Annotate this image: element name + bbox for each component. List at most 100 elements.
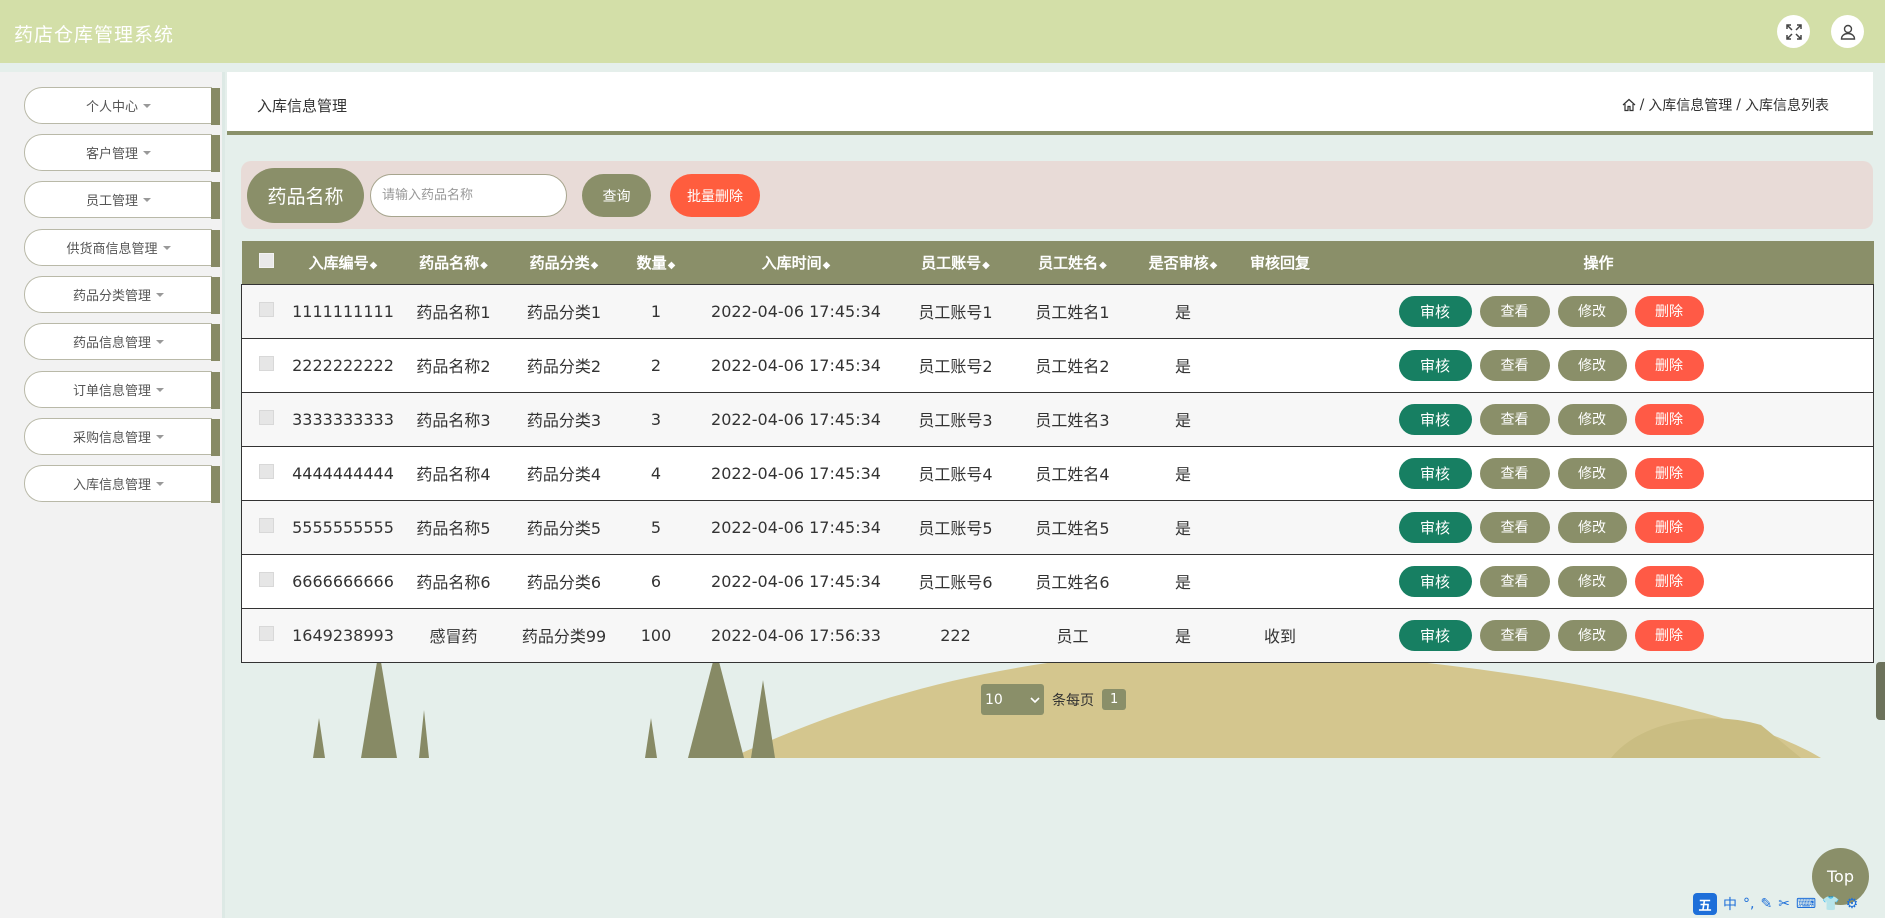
column-header-audited[interactable]: 是否审核◆ bbox=[1129, 241, 1237, 284]
column-header-drug-name[interactable]: 药品名称◆ bbox=[394, 241, 513, 284]
cell-audited: 是 bbox=[1129, 499, 1237, 554]
delete-button[interactable]: 删除 bbox=[1634, 511, 1704, 543]
row-checkbox[interactable] bbox=[259, 625, 275, 641]
row-checkbox[interactable] bbox=[259, 301, 275, 317]
batch-delete-button[interactable]: 批量删除 bbox=[670, 174, 760, 217]
cell-time: 2022-04-06 17:45:34 bbox=[696, 499, 896, 554]
ime-settings-icon[interactable]: ⚙ bbox=[1846, 896, 1859, 912]
ime-keyboard-icon[interactable]: ⌨ bbox=[1796, 896, 1816, 912]
row-select-cell bbox=[241, 283, 292, 338]
pagination: 10 条每页 1 bbox=[981, 684, 1127, 715]
column-header-category[interactable]: 药品分类◆ bbox=[512, 241, 616, 284]
audit-button[interactable]: 审核 bbox=[1398, 619, 1472, 651]
ime-punctuation-icon[interactable]: °, bbox=[1743, 896, 1754, 912]
edit-button[interactable]: 修改 bbox=[1557, 349, 1627, 381]
row-select-cell bbox=[241, 607, 292, 663]
ime-chinese-mode[interactable]: 中 bbox=[1723, 894, 1737, 914]
cell-id: 6666666666 bbox=[291, 553, 395, 608]
view-button[interactable]: 查看 bbox=[1479, 511, 1550, 543]
cell-account: 员工账号3 bbox=[895, 391, 1016, 446]
audit-button[interactable]: 审核 bbox=[1398, 511, 1472, 543]
column-header-quantity[interactable]: 数量◆ bbox=[615, 241, 697, 284]
select-all-checkbox[interactable] bbox=[259, 252, 274, 268]
row-checkbox[interactable] bbox=[259, 463, 275, 479]
cell-quantity: 4 bbox=[615, 445, 697, 500]
sidebar-item-personal-center[interactable]: 个人中心 bbox=[24, 87, 220, 125]
side-drawer-handle[interactable] bbox=[1876, 662, 1885, 720]
query-button[interactable]: 查询 bbox=[582, 174, 651, 217]
row-checkbox[interactable] bbox=[259, 517, 275, 533]
row-select-cell bbox=[241, 553, 292, 608]
sidebar-item-label: 员工管理 bbox=[85, 194, 138, 209]
view-button[interactable]: 查看 bbox=[1479, 403, 1550, 435]
column-header-account[interactable]: 员工账号◆ bbox=[895, 241, 1016, 284]
sidebar-item-accent bbox=[211, 182, 220, 219]
delete-button[interactable]: 删除 bbox=[1634, 349, 1704, 381]
edit-button[interactable]: 修改 bbox=[1557, 619, 1627, 651]
table-header-row: 入库编号◆ 药品名称◆ 药品分类◆ 数量◆ 入库时间◆ 员工账号◆ 员工姓名◆ … bbox=[241, 241, 1874, 284]
cell-time: 2022-04-06 17:45:34 bbox=[696, 337, 896, 392]
ime-handwriting-icon[interactable]: ✎ bbox=[1760, 896, 1772, 912]
app-title: 药店仓库管理系统 bbox=[14, 24, 175, 46]
cell-audited: 是 bbox=[1129, 553, 1237, 608]
audit-button[interactable]: 审核 bbox=[1398, 457, 1472, 489]
caret-down-icon bbox=[156, 339, 164, 344]
sidebar-item-suppliers[interactable]: 供货商信息管理 bbox=[24, 229, 220, 267]
caret-down-icon bbox=[143, 103, 151, 108]
sidebar-item-employees[interactable]: 员工管理 bbox=[24, 181, 220, 219]
sidebar-item-drug-categories[interactable]: 药品分类管理 bbox=[24, 276, 220, 314]
sidebar-item-customers[interactable]: 客户管理 bbox=[24, 134, 220, 172]
row-checkbox[interactable] bbox=[259, 571, 275, 587]
row-checkbox[interactable] bbox=[259, 409, 275, 425]
breadcrumb-item-stock-in[interactable]: 入库信息管理 bbox=[1648, 95, 1732, 115]
search-input[interactable] bbox=[370, 174, 567, 217]
sidebar-item-orders[interactable]: 订单信息管理 bbox=[24, 371, 220, 409]
sidebar-item-label: 个人中心 bbox=[85, 100, 138, 115]
cell-time: 2022-04-06 17:45:34 bbox=[696, 445, 896, 500]
audit-button[interactable]: 审核 bbox=[1398, 295, 1472, 327]
ime-logo-icon[interactable]: 五 bbox=[1693, 893, 1717, 915]
sidebar-item-stock-in[interactable]: 入库信息管理 bbox=[24, 465, 220, 503]
view-button[interactable]: 查看 bbox=[1479, 349, 1550, 381]
audit-button[interactable]: 审核 bbox=[1398, 565, 1472, 597]
row-checkbox[interactable] bbox=[259, 355, 275, 371]
cell-account: 员工账号5 bbox=[895, 499, 1016, 554]
fullscreen-button[interactable] bbox=[1777, 15, 1810, 48]
edit-button[interactable]: 修改 bbox=[1557, 511, 1627, 543]
column-header-id[interactable]: 入库编号◆ bbox=[291, 241, 395, 284]
sidebar-item-purchases[interactable]: 采购信息管理 bbox=[24, 418, 220, 456]
audit-button[interactable]: 审核 bbox=[1398, 403, 1472, 435]
view-button[interactable]: 查看 bbox=[1479, 565, 1550, 597]
view-button[interactable]: 查看 bbox=[1479, 295, 1550, 327]
cell-category: 药品分类2 bbox=[512, 337, 616, 392]
ime-scissors-icon[interactable]: ✂ bbox=[1778, 896, 1790, 912]
audit-button[interactable]: 审核 bbox=[1398, 349, 1472, 381]
edit-button[interactable]: 修改 bbox=[1557, 295, 1627, 327]
table-row: 6666666666 药品名称6 药品分类6 6 2022-04-06 17:45:34… bbox=[241, 553, 1874, 608]
user-menu-button[interactable] bbox=[1831, 15, 1864, 48]
view-button[interactable]: 查看 bbox=[1479, 457, 1550, 489]
sidebar-item-accent bbox=[211, 135, 220, 172]
sidebar-item-label: 入库信息管理 bbox=[72, 478, 151, 493]
ime-skin-icon[interactable]: 👕 bbox=[1822, 896, 1839, 912]
cell-staff-name: 员工姓名1 bbox=[1015, 283, 1130, 338]
column-header-staff-name[interactable]: 员工姓名◆ bbox=[1015, 241, 1130, 284]
cell-id: 1649238993 bbox=[291, 607, 395, 663]
delete-button[interactable]: 删除 bbox=[1634, 295, 1704, 327]
home-icon[interactable] bbox=[1622, 98, 1636, 112]
delete-button[interactable]: 删除 bbox=[1634, 619, 1704, 651]
cell-quantity: 6 bbox=[615, 553, 697, 608]
delete-button[interactable]: 删除 bbox=[1634, 403, 1704, 435]
delete-button[interactable]: 删除 bbox=[1634, 457, 1704, 489]
edit-button[interactable]: 修改 bbox=[1557, 457, 1627, 489]
page-size-select[interactable]: 10 bbox=[981, 684, 1044, 715]
sort-icon: ◆ bbox=[1099, 259, 1107, 271]
delete-button[interactable]: 删除 bbox=[1634, 565, 1704, 597]
sidebar-item-drug-info[interactable]: 药品信息管理 bbox=[24, 323, 220, 361]
sidebar-item-label: 采购信息管理 bbox=[72, 431, 151, 446]
column-header-time[interactable]: 入库时间◆ bbox=[696, 241, 896, 284]
page-number-current[interactable]: 1 bbox=[1102, 689, 1127, 710]
edit-button[interactable]: 修改 bbox=[1557, 403, 1627, 435]
edit-button[interactable]: 修改 bbox=[1557, 565, 1627, 597]
view-button[interactable]: 查看 bbox=[1479, 619, 1550, 651]
